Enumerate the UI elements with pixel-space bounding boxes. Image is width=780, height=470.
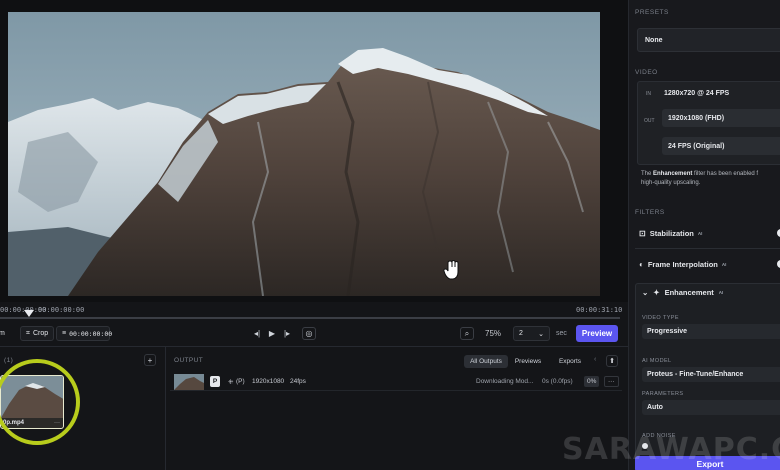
- prev-frame-icon[interactable]: ◂|: [250, 327, 264, 340]
- timecode-input[interactable]: ≡ 00:00:00:00: [56, 326, 113, 341]
- inputs-panel: (1) + 0p.mp4 ···: [0, 347, 166, 470]
- crop-label: Crop: [32, 330, 49, 337]
- output-row[interactable]: P ⁜ (P) 1920x1080 24fps Downloading Mod.…: [170, 373, 622, 391]
- out-label: OUT: [644, 118, 655, 124]
- ai-model-label: AI MODEL: [642, 358, 672, 364]
- parameters-label: PARAMETERS: [642, 391, 684, 397]
- output-time: 0s (0.0fps): [542, 378, 573, 385]
- tab-previews[interactable]: Previews: [510, 355, 546, 368]
- output-resolution: 1920x1080: [252, 378, 285, 385]
- filter-stabilization[interactable]: ⊡ Stabilization AI: [635, 221, 780, 245]
- in-label: IN: [646, 91, 651, 97]
- video-title: VIDEO: [635, 69, 658, 76]
- filters-title: FILTERS: [635, 209, 665, 216]
- filter-frame-interpolation[interactable]: ◐ Frame Interpolation AI: [635, 252, 780, 276]
- tab-exports[interactable]: Exports: [552, 355, 588, 368]
- enhancement-label: Enhancement: [664, 288, 714, 297]
- crop-icon: ⌗: [26, 329, 30, 337]
- divider: [635, 248, 780, 249]
- output-fps: 24fps: [290, 378, 306, 385]
- parameters-select[interactable]: Auto: [642, 400, 780, 415]
- video-viewer: [0, 0, 628, 302]
- preset-select[interactable]: None: [637, 28, 780, 52]
- output-mode: (P): [236, 378, 245, 385]
- trim-label: m: [0, 330, 5, 337]
- output-resolution-select[interactable]: 1920x1080 (FHD): [662, 109, 780, 127]
- chevron-down-icon: ⌄: [538, 330, 544, 338]
- bottom-area: (1) + 0p.mp4 ··· OUTPUT All Outputs Prev…: [0, 346, 628, 470]
- video-type-label: VIDEO TYPE: [642, 315, 679, 321]
- outputs-header: OUTPUT: [174, 357, 204, 364]
- download-icon[interactable]: ⬆: [606, 355, 618, 367]
- next-frame-icon[interactable]: |▸: [280, 327, 294, 340]
- output-more-button[interactable]: ···: [604, 376, 619, 387]
- timeline-end-time: 00:00:31:10: [576, 306, 623, 314]
- note-bold: Enhancement: [653, 171, 693, 177]
- mountain-image: [8, 12, 600, 296]
- add-input-button[interactable]: +: [144, 354, 156, 366]
- in-value: 1280x720 @ 24 FPS: [664, 90, 730, 97]
- timeline[interactable]: 00:00:00:00 00:00:00:00 00:00:31:10: [0, 302, 628, 324]
- output-mode-icon: ⁜: [228, 379, 234, 386]
- playhead[interactable]: [24, 310, 34, 317]
- frame-interpolation-label: Frame Interpolation: [647, 259, 718, 269]
- enhancement-header[interactable]: ⌄ ✦ Enhancement AI: [642, 288, 723, 297]
- trim-button[interactable]: m: [0, 326, 10, 341]
- ai-model-select[interactable]: Proteus - Fine-Tune/Enhance: [642, 367, 780, 382]
- compare-view-icon[interactable]: ◎: [302, 327, 316, 340]
- note-line2: high-quality upscaling.: [641, 180, 701, 186]
- speed-value: 2: [519, 330, 523, 337]
- sparkle-icon: ✦: [653, 288, 660, 297]
- enhancement-note: The Enhancement filter has been enabled …: [641, 170, 758, 188]
- timecode-value: 00:00:00:00: [69, 329, 113, 338]
- play-icon[interactable]: ▶: [265, 327, 279, 340]
- zoom-icon[interactable]: ⌕: [460, 327, 474, 340]
- frame-interpolation-ai-tag: AI: [721, 261, 727, 267]
- highlight-ring: [0, 359, 80, 445]
- stabilization-ai-tag: AI: [697, 230, 703, 236]
- video-type-select[interactable]: Progressive: [642, 324, 780, 339]
- export-button[interactable]: Export: [635, 456, 780, 470]
- note-suffix: filter has been enabled f: [692, 171, 759, 177]
- timecode-icon: ≡: [62, 330, 67, 337]
- add-noise-label: ADD NOISE: [642, 433, 676, 439]
- frame-interpolation-icon: ◐: [639, 259, 644, 269]
- note-prefix: The: [641, 171, 654, 177]
- video-frame[interactable]: [8, 12, 600, 296]
- tab-all-outputs[interactable]: All Outputs: [464, 355, 508, 368]
- output-thumbnail: [174, 374, 204, 390]
- speed-unit: sec: [556, 330, 567, 337]
- output-fps-select[interactable]: 24 FPS (Original): [662, 137, 780, 155]
- crop-button[interactable]: ⌗ Crop: [20, 326, 55, 341]
- stabilization-icon: ⊡: [639, 228, 646, 238]
- add-noise-slider-handle[interactable]: [642, 443, 648, 449]
- zoom-level: 75%: [485, 329, 502, 338]
- chevron-down-icon: ⌄: [642, 288, 649, 297]
- timeline-current-time: 00:00:00:00: [38, 306, 85, 314]
- outputs-panel: OUTPUT All Outputs Previews Exports ‹ ⬆ …: [166, 347, 628, 470]
- speed-select[interactable]: 2 ⌄: [513, 326, 550, 341]
- enhancement-ai-tag: AI: [718, 290, 724, 295]
- inputs-count: (1): [4, 357, 14, 364]
- playback-controls: m ⌗ Crop ≡ 00:00:00:00 ◂| ▶ |▸ ◎ ⌕ 75% 2…: [0, 324, 628, 346]
- presets-title: PRESETS: [635, 9, 669, 16]
- timeline-track[interactable]: [0, 317, 620, 319]
- settings-panel: PRESETS None VIDEO IN 1280x720 @ 24 FPS …: [628, 0, 780, 470]
- outputs-nav-icon[interactable]: ‹: [594, 356, 596, 363]
- output-percent: 0%: [584, 376, 600, 387]
- preview-badge: P: [210, 376, 220, 387]
- output-status: Downloading Mod...: [476, 378, 534, 385]
- stabilization-label: Stabilization: [649, 228, 694, 238]
- hand-cursor-icon: [443, 260, 459, 280]
- preview-button[interactable]: Preview: [576, 325, 618, 342]
- video-settings-box: IN 1280x720 @ 24 FPS OUT 1920x1080 (FHD)…: [637, 81, 780, 165]
- enhancement-card: ⌄ ✦ Enhancement AI VIDEO TYPE Progressiv…: [635, 283, 780, 470]
